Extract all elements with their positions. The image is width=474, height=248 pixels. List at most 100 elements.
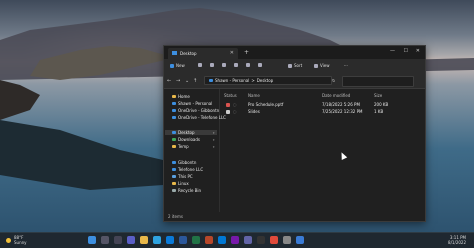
- rename-icon: [234, 63, 238, 67]
- view-button[interactable]: View: [314, 63, 330, 68]
- sidebar-item-label: Recycle Bin: [178, 188, 202, 193]
- folder-icon: [172, 145, 176, 148]
- close-button[interactable]: ✕: [416, 48, 420, 54]
- sidebar-item-linux[interactable]: Linux: [172, 181, 189, 186]
- sidebar-item-label: OneDrive - Telefone LLC: [178, 115, 226, 120]
- onedrive-icon: [172, 109, 176, 112]
- sidebar-item-label: Home: [178, 94, 190, 99]
- share-icon: [246, 63, 250, 67]
- excel-icon[interactable]: [192, 236, 200, 244]
- sync-status-icon: ◌: [233, 102, 237, 107]
- paste-icon: [222, 63, 226, 67]
- sidebar-item-label: OneDrive - Gibbontn: [178, 108, 220, 113]
- file-date: 7/18/2022 5:26 PM: [322, 102, 360, 107]
- tab-bar: Desktop ✕ + — ☐ ✕: [164, 46, 425, 59]
- terminal-icon[interactable]: [257, 236, 265, 244]
- new-button[interactable]: New: [170, 63, 185, 68]
- weather-widget[interactable]: 88°F Sunny: [6, 235, 27, 245]
- pdf-icon: [226, 103, 230, 107]
- sidebar-item-desktop[interactable]: Desktop ✦: [165, 130, 217, 135]
- pin-icon: ✦: [212, 137, 215, 142]
- sidebar-item-label: Desktop: [178, 130, 195, 135]
- sidebar-item-label: Shawn - Personal: [178, 101, 213, 106]
- file-list: Status Name Date modified Size ◌ Pro Sch…: [220, 89, 425, 212]
- column-status[interactable]: Status: [224, 93, 237, 98]
- app-icon[interactable]: [296, 236, 304, 244]
- sort-button[interactable]: Sort: [288, 63, 302, 68]
- tab-title: Desktop: [180, 51, 197, 56]
- refresh-button[interactable]: ↻: [332, 78, 335, 83]
- sidebar-item-temp[interactable]: Temp ✦: [172, 144, 217, 149]
- breadcrumb-desktop[interactable]: Desktop: [257, 78, 274, 83]
- file-size: 200 KB: [374, 102, 389, 107]
- settings-icon[interactable]: [283, 236, 291, 244]
- chrome-icon[interactable]: [270, 236, 278, 244]
- maximize-button[interactable]: ☐: [404, 48, 408, 54]
- file-explorer-window: Desktop ✕ + — ☐ ✕ New Sort View ··· ← → …: [163, 45, 426, 222]
- column-name[interactable]: Name: [248, 93, 260, 98]
- linux-icon: [172, 182, 176, 185]
- powerpoint-icon[interactable]: [205, 236, 213, 244]
- sidebar-item-onedrive-gibbontn[interactable]: OneDrive - Gibbontn: [172, 108, 219, 113]
- rename-button[interactable]: [234, 63, 238, 67]
- minimize-button[interactable]: —: [390, 48, 395, 54]
- table-row[interactable]: ◌ Slides 7/25/2022 12:32 PM 1 KB: [220, 109, 425, 115]
- delete-icon: [258, 63, 262, 67]
- taskbar-apps: [88, 236, 304, 244]
- download-icon: [172, 138, 176, 141]
- navigation-pane: Home Shawn - Personal OneDrive - Gibbont…: [164, 89, 226, 212]
- onedrive-icon: [172, 102, 176, 105]
- column-size[interactable]: Size: [374, 93, 382, 98]
- table-row[interactable]: ◌ Pro Schedule.pptf 7/18/2022 5:26 PM 20…: [220, 102, 425, 108]
- column-date[interactable]: Date modified: [322, 93, 350, 98]
- file-explorer-icon[interactable]: [140, 236, 148, 244]
- file-icon: [226, 110, 230, 114]
- sidebar-item-label: This PC: [178, 174, 193, 179]
- tab-close-icon[interactable]: ✕: [230, 50, 234, 56]
- teams-icon[interactable]: [127, 236, 135, 244]
- sidebar-item-telefone[interactable]: Telefone LLC: [172, 167, 203, 172]
- back-icon[interactable]: ←: [167, 78, 171, 84]
- clock[interactable]: 3:11 PM 8/1/2022: [448, 235, 466, 245]
- task-view-icon[interactable]: [114, 236, 122, 244]
- sidebar-item-shawn-personal[interactable]: Shawn - Personal: [172, 101, 212, 106]
- sidebar-item-home[interactable]: Home: [172, 94, 190, 99]
- sidebar-item-label: Gibbontn: [178, 160, 197, 165]
- store-icon[interactable]: [166, 236, 174, 244]
- cut-button[interactable]: [198, 63, 202, 67]
- sidebar-item-recycle-bin[interactable]: Recycle Bin: [172, 188, 201, 193]
- copy-button[interactable]: [210, 63, 214, 67]
- app-icon[interactable]: [244, 236, 252, 244]
- start-icon[interactable]: [88, 236, 96, 244]
- sync-status-icon: ◌: [233, 109, 237, 114]
- sidebar-item-downloads[interactable]: Downloads ✦: [172, 137, 217, 142]
- delete-button[interactable]: [258, 63, 262, 67]
- file-date: 7/25/2022 12:32 PM: [322, 109, 363, 114]
- sidebar-item-onedrive-telefone[interactable]: OneDrive - Telefone LLC: [172, 115, 226, 120]
- command-bar: New Sort View ···: [164, 59, 425, 74]
- sidebar-item-label: Telefone LLC: [178, 167, 204, 172]
- breadcrumb-personal[interactable]: Shawn - Personal: [215, 78, 249, 83]
- forward-icon[interactable]: →: [176, 78, 180, 84]
- edge-icon[interactable]: [153, 236, 161, 244]
- share-button[interactable]: [246, 63, 250, 67]
- search-input[interactable]: [342, 76, 414, 87]
- pc-icon: [172, 175, 176, 178]
- onenote-icon[interactable]: [231, 236, 239, 244]
- paste-button[interactable]: [222, 63, 226, 67]
- column-headers: Status Name Date modified Size: [220, 93, 425, 99]
- up-icon[interactable]: ↑: [193, 78, 197, 84]
- new-icon: [170, 63, 174, 68]
- tab-desktop[interactable]: Desktop ✕: [168, 48, 238, 59]
- address-input[interactable]: Shawn - Personal > Desktop: [204, 76, 332, 85]
- outlook-icon[interactable]: [218, 236, 226, 244]
- more-button[interactable]: ···: [344, 63, 348, 68]
- new-tab-button[interactable]: +: [244, 49, 249, 56]
- search-icon[interactable]: [101, 236, 109, 244]
- word-icon[interactable]: [179, 236, 187, 244]
- folder-icon: [172, 161, 176, 164]
- recent-icon[interactable]: ⌄: [185, 78, 189, 84]
- sidebar-item-this-pc[interactable]: This PC: [172, 174, 193, 179]
- sidebar-item-gibbontn[interactable]: Gibbontn: [172, 160, 196, 165]
- home-icon: [172, 95, 176, 98]
